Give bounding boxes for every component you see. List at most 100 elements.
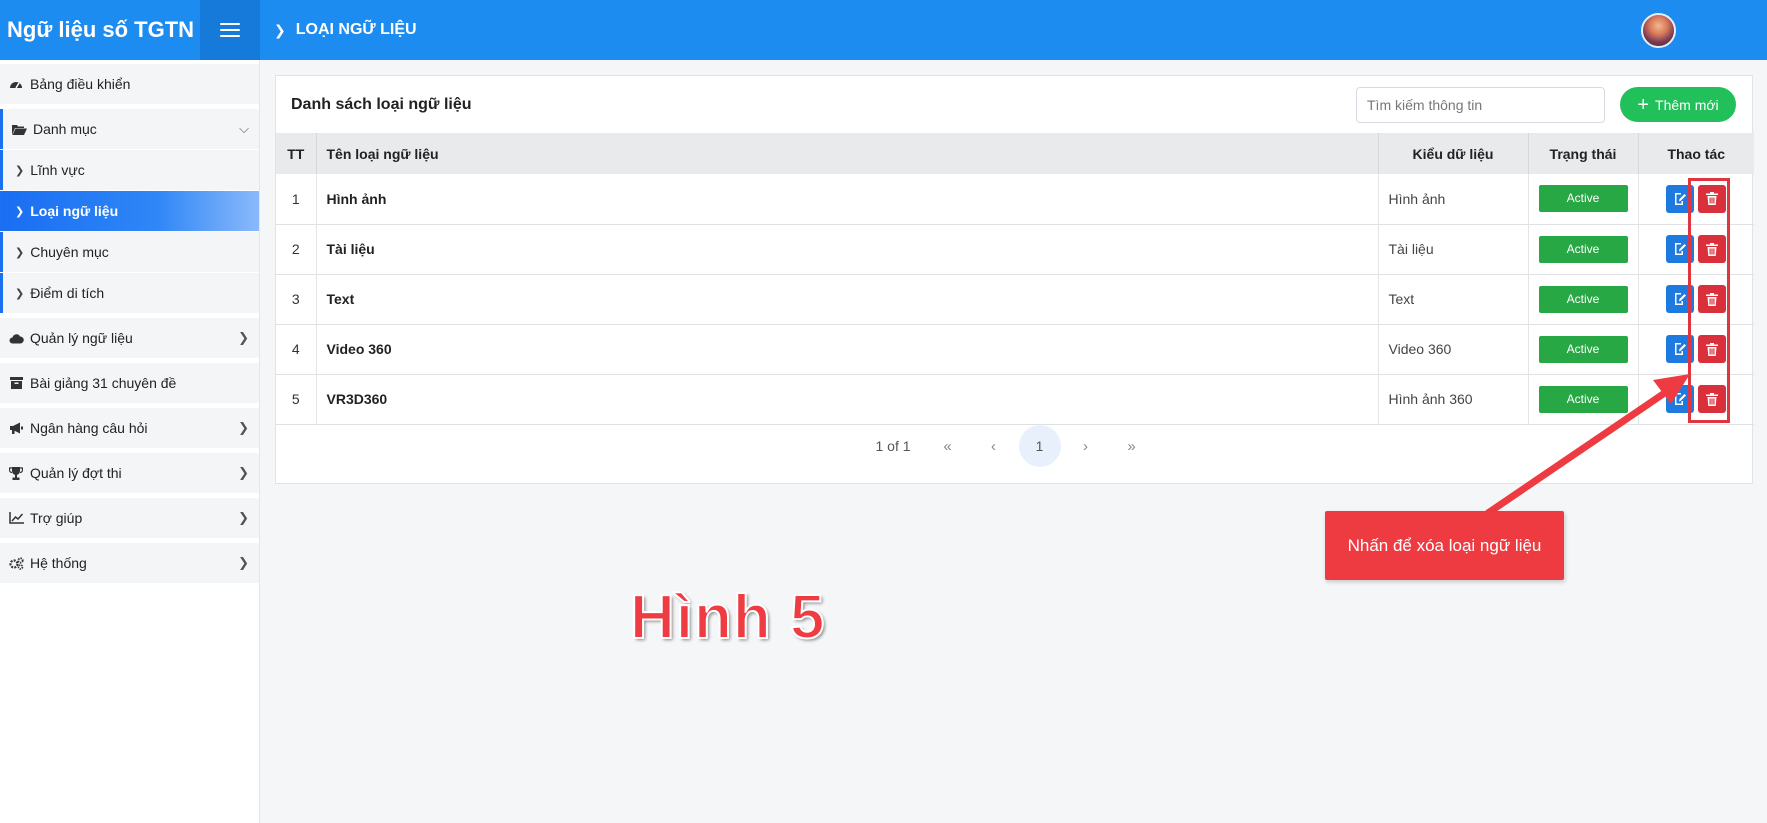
hamburger-icon: [220, 23, 240, 37]
table-header-row: TT Tên loại ngữ liệu Kiểu dữ liệu Trạng …: [276, 133, 1754, 174]
brand-title[interactable]: Ngữ liệu số TGTN: [0, 0, 200, 60]
row-index: 3: [276, 274, 317, 324]
sidebar-item-label: Danh mục: [33, 121, 97, 137]
cloud-icon: [8, 330, 24, 346]
folder-open-icon: [11, 121, 27, 137]
row-type: Video 360: [1378, 324, 1529, 374]
pagination: 1 of 1 « ‹ 1 › »: [276, 424, 1754, 468]
figure-label: Hình 5: [629, 582, 826, 653]
prev-page-button[interactable]: ‹: [973, 425, 1015, 467]
sidebar-item-data-management[interactable]: Quản lý ngữ liệu ❯: [0, 318, 259, 358]
sidebar-item-lectures[interactable]: Bài giảng 31 chuyên đề: [0, 363, 259, 403]
archive-icon: [8, 375, 24, 391]
row-type: Text: [1378, 274, 1529, 324]
status-badge[interactable]: Active: [1538, 185, 1628, 213]
table-row: 5 VR3D360 Hình ảnh 360 Active: [276, 374, 1754, 424]
plus-icon: +: [1637, 93, 1650, 116]
chevron-right-icon: ❯: [15, 164, 25, 177]
sidebar-item-chuyen-muc[interactable]: ❯ Chuyên mục: [0, 232, 259, 272]
table-row: 2 Tài liệu Tài liệu Active: [276, 224, 1754, 274]
chevron-right-icon: ❯: [238, 330, 249, 345]
sidebar-item-label: Quản lý ngữ liệu: [30, 330, 133, 346]
chevron-right-icon: ❯: [238, 555, 249, 570]
row-name: Tài liệu: [316, 224, 1379, 274]
add-new-button[interactable]: + Thêm mới: [1620, 87, 1736, 122]
sidebar-item-exam-management[interactable]: Quản lý đợt thi ❯: [0, 453, 259, 493]
edit-icon: [1675, 343, 1687, 355]
chevron-right-icon: ❯: [274, 21, 286, 38]
row-name: Video 360: [316, 324, 1379, 374]
sidebar-item-label: Ngân hàng câu hỏi: [30, 420, 148, 436]
sidebar-item-label: Điểm di tích: [30, 285, 105, 301]
row-type: Hình ảnh 360: [1378, 374, 1529, 424]
sidebar-item-dashboard[interactable]: Bảng điều khiển: [0, 64, 259, 104]
sidebar-item-label: Trợ giúp: [30, 510, 83, 526]
edit-icon: [1675, 293, 1687, 305]
chevron-down-icon: ⌵: [239, 121, 249, 136]
gears-icon: [8, 555, 24, 571]
table-row: 4 Video 360 Video 360 Active: [276, 324, 1754, 374]
first-page-button[interactable]: «: [927, 425, 969, 467]
delete-column-highlight: [1688, 178, 1730, 423]
row-type: Hình ảnh: [1378, 174, 1529, 224]
avatar[interactable]: [1641, 13, 1676, 48]
row-name: Hình ảnh: [316, 174, 1379, 224]
table-row: 1 Hình ảnh Hình ảnh Active: [276, 174, 1754, 224]
column-header-tt: TT: [276, 133, 317, 174]
sidebar-item-linh-vuc[interactable]: ❯ Lĩnh vực: [0, 150, 259, 190]
sidebar-item-diem-di-tich[interactable]: ❯ Điểm di tích: [0, 273, 259, 313]
chevron-right-icon: ❯: [15, 205, 25, 218]
sidebar-item-label: Chuyên mục: [30, 244, 109, 260]
top-bar: Ngữ liệu số TGTN ❯ LOẠI NGỮ LIỆU: [0, 0, 1767, 60]
chevron-right-icon: ❯: [238, 510, 249, 525]
row-index: 4: [276, 324, 317, 374]
sidebar-item-label: Bài giảng 31 chuyên đề: [30, 375, 177, 391]
column-header-name: Tên loại ngữ liệu: [316, 133, 1379, 174]
data-type-list-card: Danh sách loại ngữ liệu + Thêm mới TT Tê…: [275, 75, 1754, 484]
page-title: LOẠI NGỮ LIỆU: [295, 21, 417, 38]
chevron-right-icon: ❯: [15, 246, 25, 259]
row-index: 2: [276, 224, 317, 274]
status-badge[interactable]: Active: [1538, 235, 1628, 263]
row-name: VR3D360: [316, 374, 1379, 424]
annotation-callout: Nhấn để xóa loại ngữ liệu: [1325, 511, 1564, 580]
status-badge[interactable]: Active: [1538, 385, 1628, 413]
sidebar-item-help[interactable]: Trợ giúp ❯: [0, 498, 259, 538]
line-chart-icon: [8, 510, 24, 526]
row-type: Tài liệu: [1378, 224, 1529, 274]
data-type-table: TT Tên loại ngữ liệu Kiểu dữ liệu Trạng …: [276, 133, 1754, 425]
column-header-actions: Thao tác: [1667, 145, 1726, 162]
sidebar-item-catalog[interactable]: Danh mục ⌵: [0, 109, 259, 149]
status-badge[interactable]: Active: [1538, 335, 1628, 363]
sidebar-item-label: Hệ thống: [30, 555, 87, 571]
last-page-button[interactable]: »: [1111, 425, 1153, 467]
next-page-button[interactable]: ›: [1065, 425, 1107, 467]
edit-icon: [1675, 192, 1687, 205]
add-new-label: Thêm mới: [1655, 96, 1719, 113]
sidebar-item-label: Loại ngữ liệu: [30, 203, 119, 219]
column-header-type: Kiểu dữ liệu: [1378, 133, 1529, 174]
sidebar-item-label: Bảng điều khiển: [30, 76, 131, 92]
card-title: Danh sách loại ngữ liệu: [291, 95, 472, 113]
sidebar-item-label: Quản lý đợt thi: [30, 465, 122, 481]
column-header-status: Trạng thái: [1528, 133, 1639, 174]
menu-toggle-button[interactable]: [200, 0, 260, 60]
sidebar-item-label: Lĩnh vực: [30, 162, 85, 178]
page-button-1[interactable]: 1: [1018, 425, 1061, 467]
chevron-right-icon: ❯: [15, 287, 25, 300]
row-index: 5: [276, 374, 317, 424]
status-badge[interactable]: Active: [1538, 285, 1628, 313]
chevron-right-icon: ❯: [238, 465, 249, 480]
edit-icon: [1675, 393, 1687, 405]
sidebar-item-loai-ngu-lieu[interactable]: ❯ Loại ngữ liệu: [0, 191, 259, 231]
row-index: 1: [276, 174, 317, 224]
edit-icon: [1675, 243, 1687, 255]
search-input[interactable]: [1356, 87, 1605, 123]
breadcrumb: ❯ LOẠI NGỮ LIỆU: [274, 21, 417, 39]
dashboard-icon: [8, 76, 24, 92]
chevron-right-icon: ❯: [238, 420, 249, 435]
sidebar-item-question-bank[interactable]: Ngân hàng câu hỏi ❯: [0, 408, 259, 448]
megaphone-icon: [8, 420, 24, 436]
sidebar-item-system[interactable]: Hệ thống ❯: [0, 543, 259, 583]
page-info: 1 of 1: [875, 438, 911, 454]
